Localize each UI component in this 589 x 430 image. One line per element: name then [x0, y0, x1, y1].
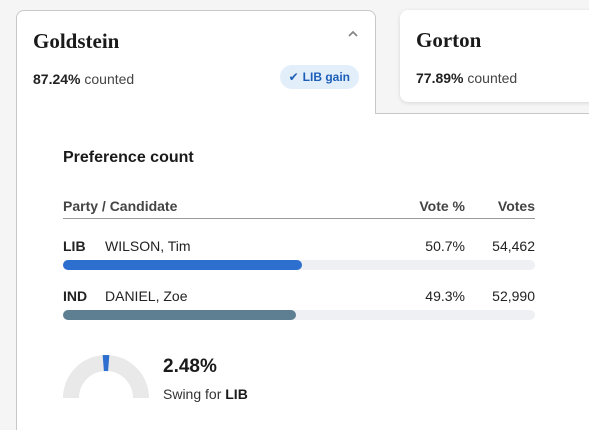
swing-value: 2.48%	[163, 356, 217, 377]
swing-label: Swing for LIB	[163, 386, 248, 402]
vote-count: 52,990	[492, 288, 535, 304]
party-code: LIB	[63, 238, 86, 254]
vote-bar-track	[63, 260, 535, 270]
swing-gauge	[63, 355, 149, 399]
seat-name: Gorton	[416, 28, 482, 52]
column-header-party: Party / Candidate	[63, 198, 178, 214]
candidate-name: WILSON, Tim	[105, 238, 191, 254]
vote-percent: 50.7%	[425, 238, 465, 254]
vote-count: 54,462	[492, 238, 535, 254]
vote-bar-track	[63, 310, 535, 320]
swing-label-prefix: Swing for	[163, 386, 222, 402]
gain-badge: ✔ LIB gain	[279, 65, 359, 89]
column-header-votes: Votes	[497, 198, 535, 214]
counted-label: counted	[467, 70, 518, 86]
seat-card-goldstein[interactable]: Goldstein 87.24% counted ✔ LIB gain	[16, 10, 376, 114]
counted-status: 87.24% counted	[33, 71, 134, 87]
preference-count-heading: Preference count	[63, 149, 194, 166]
counted-label: counted	[84, 71, 135, 87]
seat-name: Goldstein	[33, 29, 120, 53]
vote-bar-fill	[63, 310, 296, 320]
tab-join	[17, 112, 375, 115]
vote-percent: 49.3%	[425, 288, 465, 304]
gain-badge-label: LIB gain	[302, 70, 350, 84]
check-icon: ✔	[288, 70, 299, 84]
header-divider	[63, 218, 535, 219]
candidate-name: DANIEL, Zoe	[105, 288, 188, 304]
seat-detail-panel: Preference count Party / Candidate Vote …	[16, 113, 589, 430]
chevron-up-icon[interactable]	[347, 27, 359, 39]
counted-percent: 77.89%	[416, 70, 464, 86]
seat-card-gorton[interactable]: Gorton 77.89% counted	[400, 10, 589, 102]
party-code: IND	[63, 288, 88, 304]
column-header-vote-pct: Vote %	[419, 198, 465, 214]
counted-percent: 87.24%	[33, 71, 81, 87]
swing-party: LIB	[225, 386, 248, 402]
counted-status: 77.89% counted	[416, 70, 517, 86]
vote-bar-fill	[63, 260, 303, 270]
